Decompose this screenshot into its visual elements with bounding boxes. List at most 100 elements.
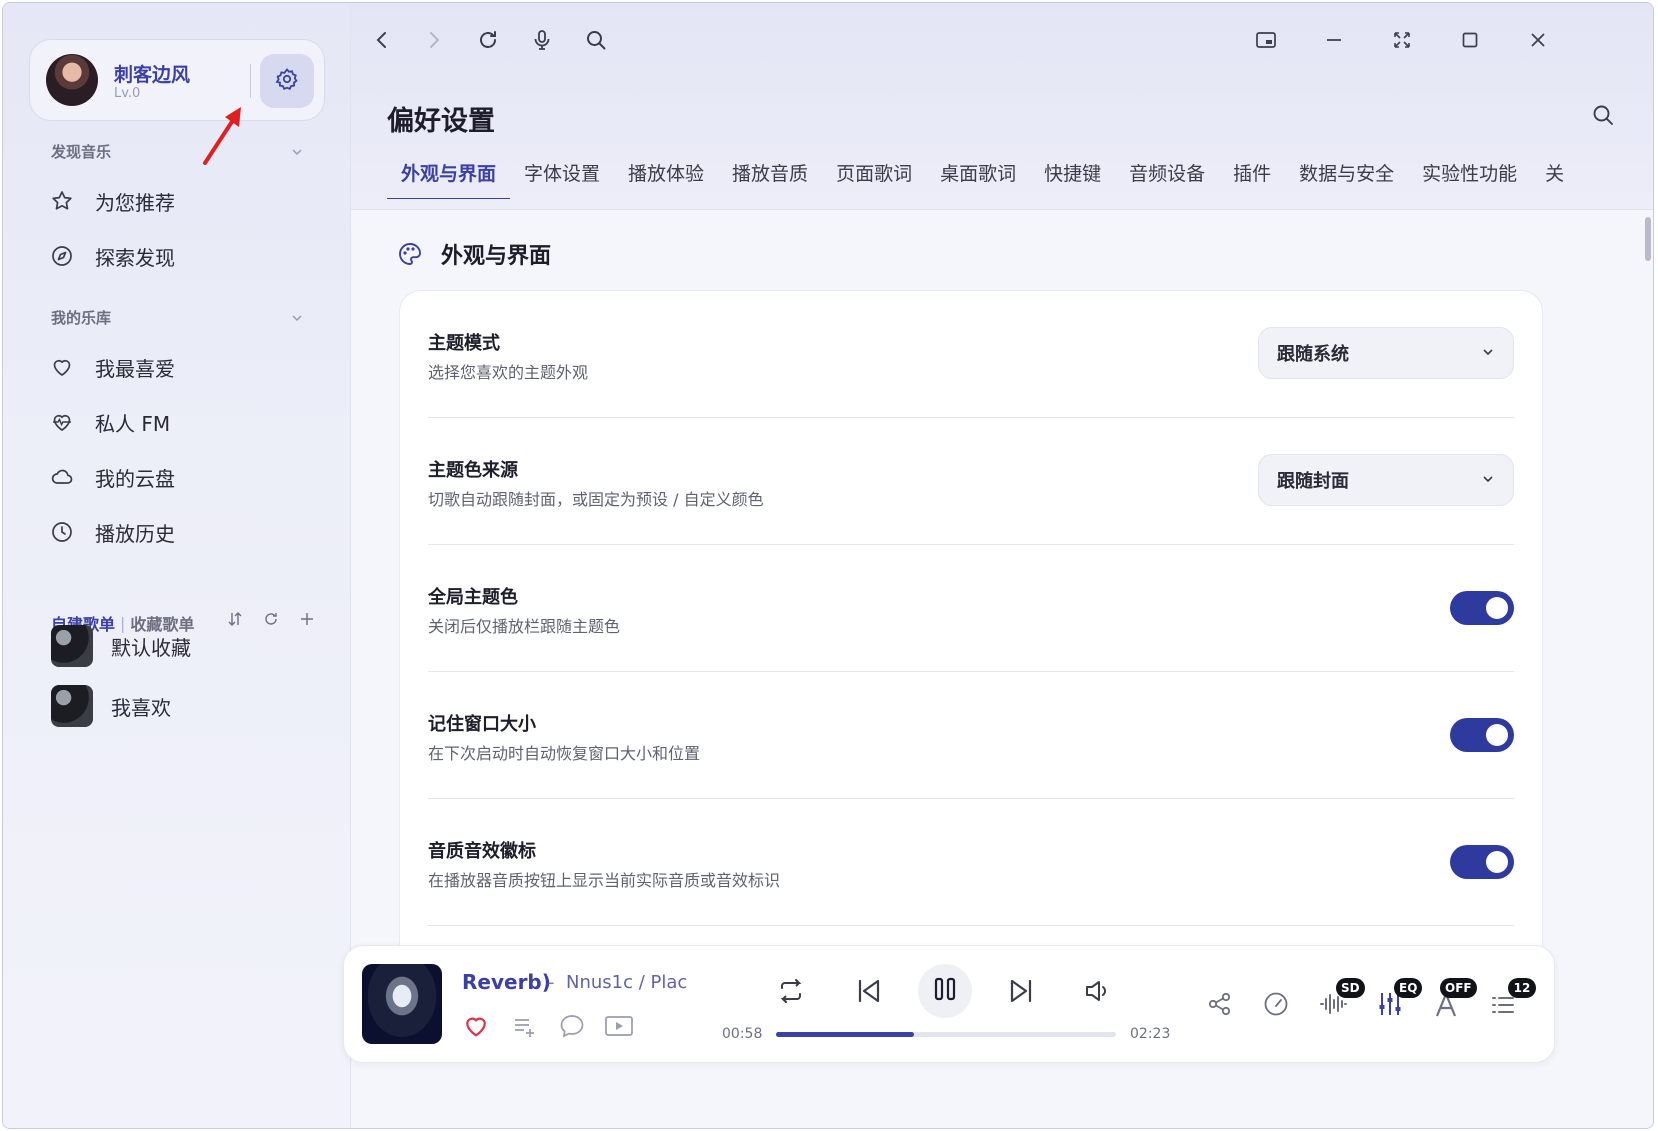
sidebar-item-cloud[interactable]: 我的云盘 bbox=[49, 457, 175, 497]
chevron-down-icon bbox=[1481, 470, 1495, 491]
playlist-label: 我喜欢 bbox=[111, 695, 171, 720]
volume-icon[interactable] bbox=[1082, 976, 1112, 1006]
sidebar-item-label: 我最喜爱 bbox=[95, 356, 175, 381]
share-icon[interactable] bbox=[1206, 990, 1234, 1018]
theme-color-source-select[interactable]: 跟随封面 bbox=[1258, 454, 1514, 506]
sidebar-item-history[interactable]: 播放历史 bbox=[49, 512, 175, 552]
add-to-playlist-icon[interactable] bbox=[512, 1014, 538, 1040]
star-icon bbox=[49, 188, 75, 214]
palette-icon bbox=[395, 239, 425, 269]
setting-description: 选择您喜欢的主题外观 bbox=[428, 363, 589, 382]
user-name[interactable]: 刺客边风 bbox=[114, 60, 190, 87]
speed-icon[interactable] bbox=[1262, 990, 1290, 1018]
sidebar-item-label: 私人 FM bbox=[95, 411, 171, 436]
sidebar-item-label: 播放历史 bbox=[95, 521, 175, 546]
clock-icon bbox=[49, 519, 75, 545]
sidebar-item-personal-fm[interactable]: 私人 FM bbox=[49, 402, 170, 442]
fullscreen-icon[interactable] bbox=[1389, 27, 1415, 53]
tab-audio-device[interactable]: 音频设备 bbox=[1115, 153, 1219, 198]
title-artist-separator: - bbox=[548, 972, 555, 993]
add-icon[interactable] bbox=[299, 611, 315, 631]
setting-description: 关闭后仅播放栏跟随主题色 bbox=[428, 617, 621, 636]
refresh-icon[interactable] bbox=[263, 611, 279, 631]
playlist-cover bbox=[51, 685, 93, 727]
global-theme-color-toggle[interactable] bbox=[1450, 591, 1514, 625]
annotation-arrow bbox=[201, 107, 245, 171]
setting-row-global-theme-color: 全局主题色 关闭后仅播放栏跟随主题色 bbox=[428, 545, 1514, 672]
next-icon[interactable] bbox=[1006, 976, 1036, 1006]
tab-data-security[interactable]: 数据与安全 bbox=[1285, 153, 1408, 198]
section-title-label: 外观与界面 bbox=[441, 244, 552, 269]
sidebar-item-explore[interactable]: 探索发现 bbox=[49, 236, 175, 276]
setting-row-theme-color-source: 主题色来源 切歌自动跟随封面，或固定为预设 / 自定义颜色 跟随封面 bbox=[428, 418, 1514, 545]
repeat-icon[interactable] bbox=[776, 976, 806, 1006]
heart-pulse-icon bbox=[49, 409, 75, 435]
scrollbar[interactable] bbox=[1645, 217, 1651, 261]
sidebar-item-label: 我的云盘 bbox=[95, 466, 175, 491]
setting-description: 在下次启动时自动恢复窗口大小和位置 bbox=[428, 744, 701, 763]
chevron-down-icon[interactable] bbox=[291, 309, 303, 328]
close-icon[interactable] bbox=[1525, 27, 1551, 53]
minimize-icon[interactable] bbox=[1321, 27, 1347, 53]
pause-button[interactable] bbox=[918, 964, 972, 1018]
section-title: 外观与界面 bbox=[395, 238, 551, 270]
quality-badge-toggle[interactable] bbox=[1450, 845, 1514, 879]
playlist-item[interactable]: 默认收藏 bbox=[51, 624, 191, 668]
pause-icon bbox=[932, 976, 958, 1006]
tab-appearance[interactable]: 外观与界面 bbox=[387, 153, 511, 199]
video-icon[interactable] bbox=[604, 1012, 634, 1040]
select-value: 跟随系统 bbox=[1277, 344, 1349, 365]
tab-experimental[interactable]: 实验性功能 bbox=[1408, 153, 1531, 198]
theme-mode-select[interactable]: 跟随系统 bbox=[1258, 327, 1514, 379]
search-icon[interactable] bbox=[583, 27, 609, 53]
avatar[interactable] bbox=[46, 54, 98, 106]
sidebar-item-favorites[interactable]: 我最喜爱 bbox=[49, 347, 175, 387]
tab-audio-quality[interactable]: 播放音质 bbox=[718, 153, 822, 198]
discover-heading[interactable]: 发现音乐 bbox=[51, 141, 111, 162]
mini-player-icon[interactable] bbox=[1253, 27, 1279, 53]
comment-icon[interactable] bbox=[558, 1012, 586, 1040]
settings-button[interactable] bbox=[260, 54, 314, 108]
song-artist[interactable]: Nnus1c / Place bbox=[566, 972, 688, 993]
top-toolbar bbox=[351, 17, 1653, 61]
remember-window-size-toggle[interactable] bbox=[1450, 718, 1514, 752]
tab-desktop-lyrics[interactable]: 桌面歌词 bbox=[926, 153, 1030, 198]
maximize-icon[interactable] bbox=[1457, 27, 1483, 53]
back-icon[interactable] bbox=[369, 27, 395, 53]
album-cover[interactable] bbox=[362, 964, 442, 1044]
reload-icon[interactable] bbox=[475, 27, 501, 53]
tab-about[interactable]: 关于 bbox=[1531, 153, 1563, 198]
tab-fonts[interactable]: 字体设置 bbox=[510, 153, 614, 198]
lyrics-off-badge: OFF bbox=[1440, 978, 1477, 998]
gear-icon bbox=[275, 67, 299, 95]
heart-icon[interactable] bbox=[462, 1012, 490, 1040]
sidebar: 刺客边风 Lv.0 发现音乐 为您推荐 探索发现 我的乐库 我最喜爱 私人 FM… bbox=[3, 3, 351, 1128]
progress-bar[interactable] bbox=[776, 1032, 1116, 1037]
sidebar-item-recommend[interactable]: 为您推荐 bbox=[49, 181, 175, 221]
chevron-down-icon[interactable] bbox=[291, 143, 303, 162]
tab-shortcuts[interactable]: 快捷键 bbox=[1030, 153, 1115, 198]
eq-badge: EQ bbox=[1394, 978, 1423, 998]
setting-label: 主题色来源 bbox=[428, 460, 518, 481]
sidebar-item-label: 为您推荐 bbox=[95, 190, 175, 215]
tab-page-lyrics[interactable]: 页面歌词 bbox=[822, 153, 926, 198]
setting-description: 在播放器音质按钮上显示当前实际音质或音效标识 bbox=[428, 871, 781, 890]
tab-playback[interactable]: 播放体验 bbox=[614, 153, 718, 198]
user-card[interactable]: 刺客边风 Lv.0 bbox=[29, 39, 325, 121]
settings-tabs: 外观与界面 字体设置 播放体验 播放音质 页面歌词 桌面歌词 快捷键 音频设备 … bbox=[387, 153, 1563, 199]
playlist-cover bbox=[51, 625, 93, 667]
app-window: 刺客边风 Lv.0 发现音乐 为您推荐 探索发现 我的乐库 我最喜爱 私人 FM… bbox=[2, 2, 1654, 1129]
settings-search-icon[interactable] bbox=[1591, 103, 1615, 131]
user-level: Lv.0 bbox=[114, 86, 141, 101]
tab-plugins[interactable]: 插件 bbox=[1219, 153, 1285, 198]
previous-icon[interactable] bbox=[854, 976, 884, 1006]
sort-icon[interactable] bbox=[227, 611, 243, 631]
microphone-icon[interactable] bbox=[529, 27, 555, 53]
playlist-tools bbox=[227, 611, 315, 631]
playlist-item[interactable]: 我喜欢 bbox=[51, 684, 171, 728]
forward-icon[interactable] bbox=[421, 27, 447, 53]
song-title[interactable]: Reverb) bbox=[462, 970, 551, 994]
library-heading[interactable]: 我的乐库 bbox=[51, 307, 111, 328]
sidebar-item-label: 探索发现 bbox=[95, 245, 175, 270]
heart-icon bbox=[49, 354, 75, 380]
